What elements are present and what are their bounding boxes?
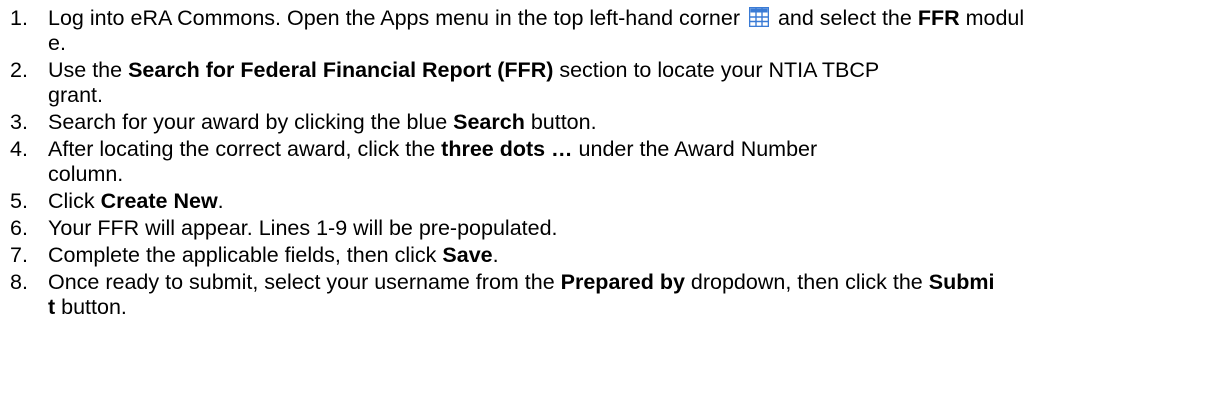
step-text: Once ready to submit, select your userna… (48, 270, 994, 319)
bold-term: Submi (928, 270, 995, 294)
text-run: Search for your award by clicking the bl… (48, 110, 454, 134)
text-run: Your FFR will appear. Lines 1-9 will be … (48, 216, 558, 240)
bold-term: FFR (917, 6, 960, 30)
step-number: 3. (10, 110, 28, 134)
text-run: Once ready to submit, select your userna… (48, 270, 561, 294)
step-text: Complete the applicable fields, then cli… (48, 243, 499, 267)
text-run: section to locate your NTIA TBCP (553, 58, 880, 82)
step-number: 1. (10, 6, 28, 30)
text-run: button. (524, 110, 597, 134)
text-run: Complete the applicable fields, then cli… (48, 243, 443, 267)
text-run-cont: e. (48, 31, 66, 55)
step-item: 3. Search for your award by clicking the … (0, 110, 1214, 137)
step-item: 7. Complete the applicable fields, then c… (0, 243, 1214, 270)
bold-term: Create New (100, 189, 218, 213)
text-run: modul (959, 6, 1025, 30)
text-run-cont: grant. (48, 83, 103, 107)
step-text: Log into eRA Commons. Open the Apps menu… (48, 6, 1024, 55)
text-run: and select the (771, 6, 918, 30)
text-run: Log into eRA Commons. Open the Apps menu… (48, 6, 746, 30)
step-item: 5. Click Create New. (0, 189, 1214, 216)
text-run: button. (55, 295, 127, 319)
step-item: 2. Use the Search for Federal Financial R… (0, 58, 1214, 110)
step-number: 5. (10, 189, 28, 213)
step-text: Search for your award by clicking the bl… (48, 110, 597, 134)
bold-term: Save (442, 243, 493, 267)
bold-term: Prepared by (560, 270, 685, 294)
step-text: Click Create New. (48, 189, 224, 213)
text-run: . (217, 189, 224, 213)
text-run: under the Award Number (572, 137, 818, 161)
apps-grid-icon (748, 6, 770, 28)
step-text: After locating the correct award, click … (48, 137, 817, 186)
bold-term: Search (453, 110, 525, 134)
step-number: 6. (10, 216, 28, 240)
step-number: 2. (10, 58, 28, 82)
step-item: 1. Log into eRA Commons. Open the Apps me… (0, 6, 1214, 58)
text-run: dropdown, then click the (684, 270, 929, 294)
text-run-cont: column. (48, 162, 124, 186)
step-number: 7. (10, 243, 28, 267)
bold-term: three dots … (441, 137, 573, 161)
step-item: 6. Your FFR will appear. Lines 1-9 will b… (0, 216, 1214, 243)
text-run: Click (48, 189, 101, 213)
step-item: 8. Once ready to submit, select your user… (0, 270, 1214, 322)
text-run: Use the (48, 58, 129, 82)
step-text: Your FFR will appear. Lines 1-9 will be … (48, 216, 558, 240)
text-run: . (492, 243, 499, 267)
step-number: 8. (10, 270, 28, 294)
text-run: After locating the correct award, click … (48, 137, 442, 161)
instruction-list: 1. Log into eRA Commons. Open the Apps me… (0, 6, 1214, 322)
step-item: 4. After locating the correct award, clic… (0, 137, 1214, 189)
step-text: Use the Search for Federal Financial Rep… (48, 58, 879, 107)
bold-term: Search for Federal Financial Report (FFR… (128, 58, 554, 82)
step-number: 4. (10, 137, 28, 161)
